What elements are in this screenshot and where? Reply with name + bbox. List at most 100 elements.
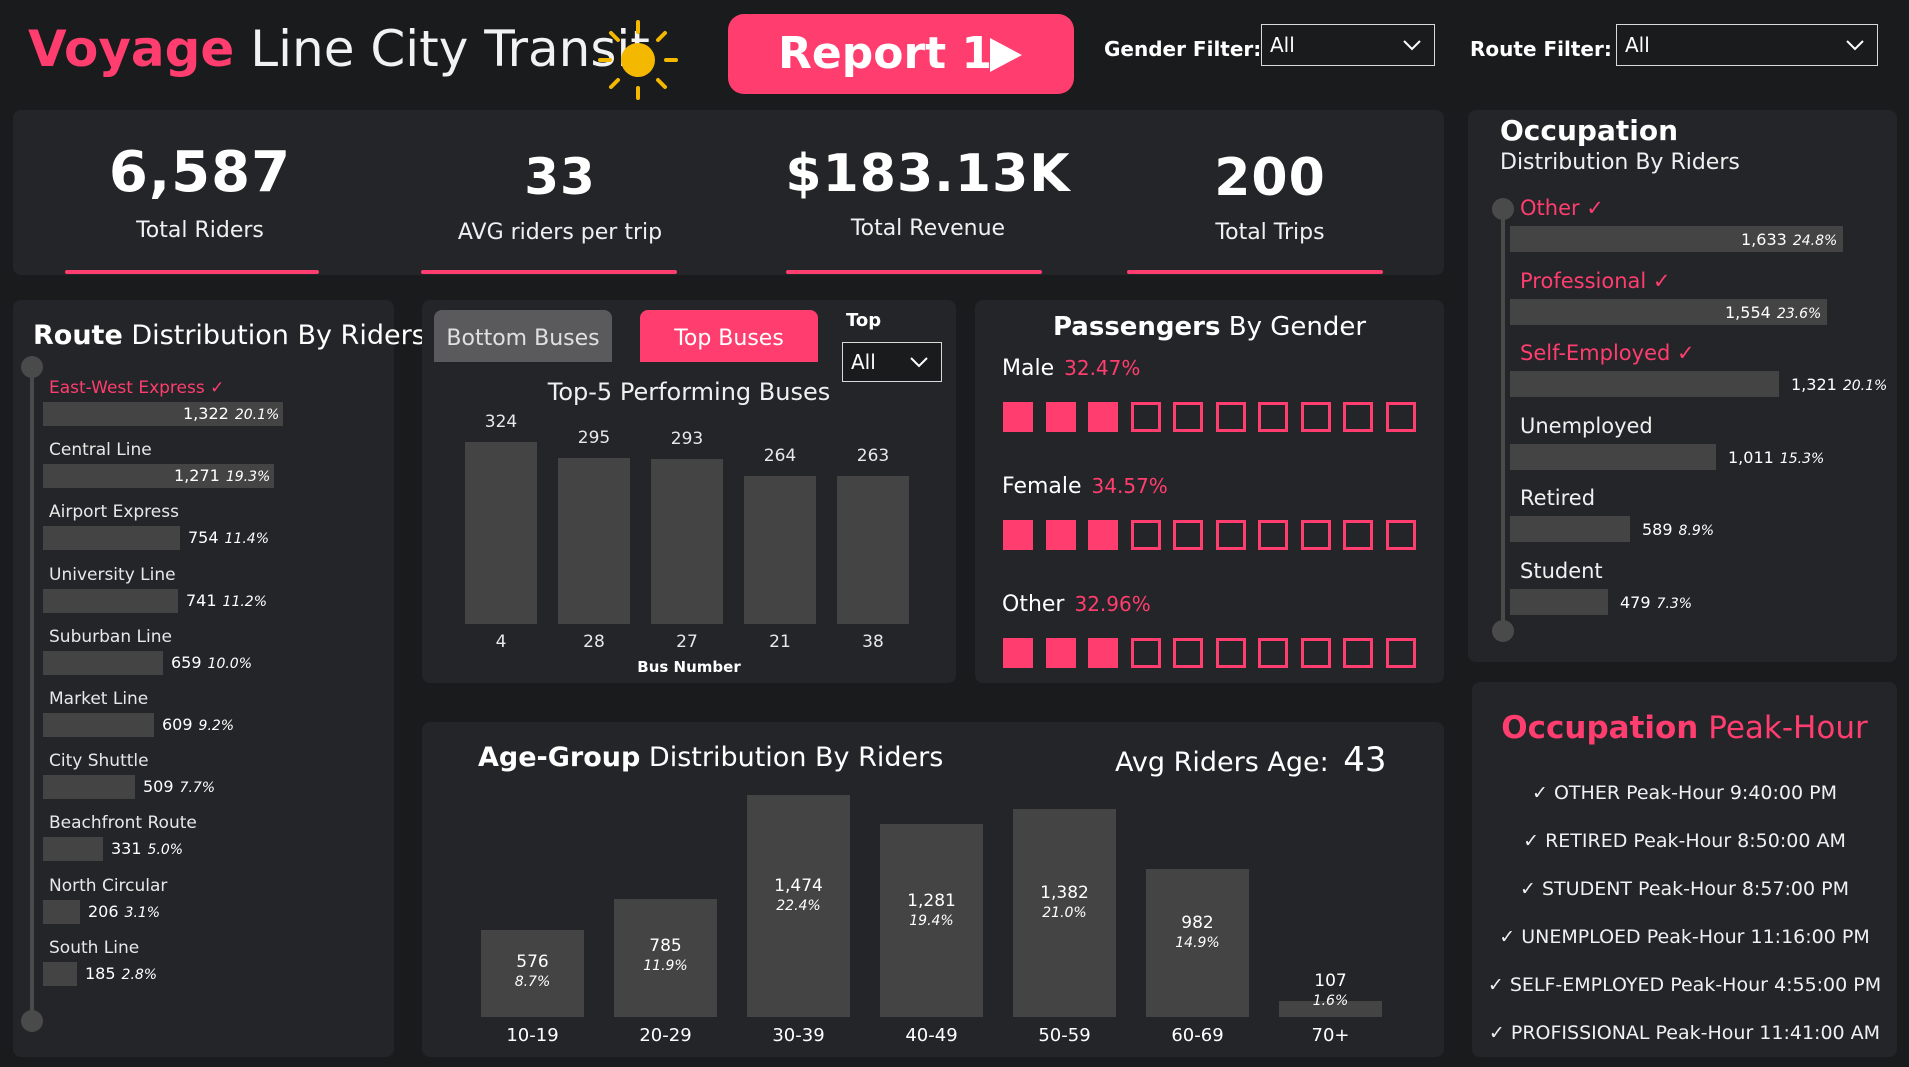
gender-square (1258, 402, 1288, 432)
route-label: Beachfront Route (49, 813, 197, 834)
gender-square (1215, 402, 1246, 432)
top-filter-dropdown[interactable]: All (842, 342, 942, 382)
gender-square (1003, 638, 1033, 668)
bus-bar[interactable] (837, 476, 909, 624)
route-filter-dropdown[interactable]: All (1616, 24, 1878, 66)
bus-bar[interactable] (651, 459, 723, 624)
peak-hour-item: ✓ UNEMPLOED Peak-Hour 11:16:00 PM (1499, 926, 1870, 948)
route-percent: 11.4% (224, 531, 270, 548)
top-filter-value: All (851, 350, 876, 374)
route-riders: 1,322 (183, 404, 229, 423)
bus-value-label: 264 (763, 446, 797, 466)
route-value: 185 2.8% (85, 964, 157, 983)
route-bar[interactable] (43, 713, 154, 737)
gender-square (1130, 402, 1161, 432)
gender-square (1258, 520, 1288, 550)
route-riders: 331 (111, 839, 142, 859)
route-bar[interactable] (43, 526, 180, 551)
bus-number-label: 4 (495, 632, 507, 652)
title-rest: Line City Transit (250, 20, 650, 78)
gender-square (1088, 638, 1118, 668)
scroll-handle-bottom[interactable] (1492, 620, 1514, 642)
route-bar[interactable] (43, 961, 77, 986)
gender-percent: 32.47% (1064, 356, 1141, 380)
gender-square (1045, 402, 1076, 432)
peak-hour-item: ✓ PROFISSIONAL Peak-Hour 11:41:00 AM (1488, 1022, 1881, 1044)
occupation-bar[interactable] (1510, 516, 1630, 542)
occupation-bar[interactable] (1510, 371, 1779, 397)
occupation-label: Other ✓ (1520, 196, 1604, 220)
occupation-title: Occupation (1500, 114, 1679, 147)
peak-hour-item: ✓ STUDENT Peak-Hour 8:57:00 PM (1520, 878, 1849, 900)
age-percent-label: 8.7% (514, 973, 551, 990)
route-value: 754 11.4% (188, 528, 269, 547)
route-riders: 659 (171, 652, 202, 672)
route-value: 206 3.1% (88, 902, 160, 921)
gender-square (1003, 520, 1033, 550)
occupation-value: 1,633 24.8% (1741, 230, 1837, 249)
occupation-label: Retired (1520, 486, 1596, 510)
top-filter-label: Top (846, 310, 882, 331)
bus-bar[interactable] (465, 442, 537, 624)
chevron-down-icon (910, 357, 928, 368)
scroll-handle-top[interactable] (1492, 198, 1514, 220)
gender-row-label: Other 32.96% (1002, 592, 1151, 617)
gender-square (1300, 638, 1331, 668)
gender-filter-value: All (1270, 33, 1295, 57)
tab-top-buses[interactable]: Top Buses (640, 310, 818, 362)
gender-square (1385, 638, 1416, 668)
gender-square (1343, 520, 1373, 550)
route-bar[interactable] (43, 650, 163, 675)
age-group-label: 20-29 (639, 1025, 692, 1046)
occupation-bar[interactable] (1510, 443, 1716, 470)
scroll-track[interactable] (30, 366, 34, 1022)
route-bar[interactable] (43, 588, 178, 613)
occupation-percent: 15.3% (1779, 450, 1825, 467)
kpi-avg-riders-label: AVG riders per trip (457, 220, 663, 245)
gender-name: Other (1002, 592, 1065, 617)
gender-filter-dropdown[interactable]: All (1261, 24, 1435, 66)
route-percent: 10.0% (207, 655, 253, 672)
gender-square (1215, 520, 1246, 550)
gender-row-label: Female 34.57% (1002, 474, 1168, 499)
occupation-percent: 7.3% (1656, 595, 1693, 612)
route-percent: 11.2% (222, 593, 268, 610)
bus-bar[interactable] (558, 458, 630, 624)
route-label: Airport Express (49, 502, 179, 523)
age-percent-label: 1.6% (1312, 993, 1349, 1009)
age-percent-label: 14.9% (1175, 935, 1220, 951)
bus-bar[interactable] (744, 476, 816, 624)
peak-hour-item: ✓ RETIRED Peak-Hour 8:50:00 AM (1523, 830, 1846, 852)
kpi-avg-riders-value: 33 (524, 148, 596, 206)
age-group-label: 10-19 (506, 1025, 559, 1046)
route-bar[interactable] (43, 775, 135, 800)
occupation-bar[interactable] (1510, 588, 1608, 615)
occupation-label: Unemployed (1520, 413, 1653, 438)
kpi-total-trips-value: 200 (1214, 148, 1326, 208)
route-label: Central Line (49, 440, 152, 461)
route-riders: 754 (188, 528, 219, 548)
route-percent: 9.2% (198, 718, 235, 734)
route-riders: 509 (143, 777, 174, 797)
scroll-handle-bottom[interactable] (21, 1010, 43, 1032)
brand-name: Voyage (28, 20, 235, 78)
age-value-label: 785 (649, 936, 682, 956)
scroll-handle-top[interactable] (21, 356, 43, 378)
route-bar[interactable] (43, 837, 103, 862)
report-button[interactable]: Report 1 (728, 14, 1074, 94)
route-filter-label: Route Filter: (1470, 37, 1612, 61)
route-riders: 741 (186, 590, 217, 610)
age-value-label: 1,281 (907, 890, 956, 911)
route-riders: 206 (88, 901, 119, 921)
bus-value-label: 295 (577, 428, 611, 448)
route-filter-value: All (1625, 33, 1650, 57)
age-group-label: 60-69 (1171, 1025, 1224, 1046)
age-group-label: 30-39 (772, 1025, 825, 1046)
route-percent: 3.1% (124, 904, 161, 921)
scroll-track[interactable] (1501, 208, 1505, 628)
age-percent-label: 11.9% (643, 958, 688, 974)
tab-bottom-buses[interactable]: Bottom Buses (434, 310, 612, 362)
gender-percent: 32.96% (1074, 592, 1151, 616)
occupation-label: Self-Employed ✓ (1520, 341, 1695, 365)
route-bar[interactable] (43, 899, 80, 924)
